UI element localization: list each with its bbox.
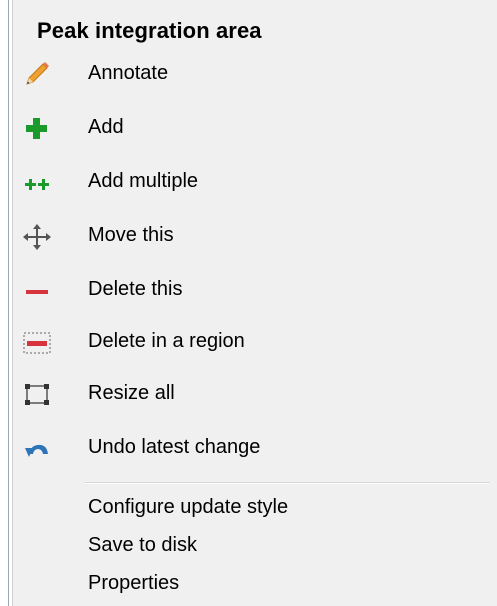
plus-icon — [21, 114, 53, 142]
menu-item-annotate[interactable]: Annotate — [13, 50, 497, 98]
background-window — [0, 0, 12, 606]
menu-item-label: Move this — [88, 224, 174, 246]
background-window-edge — [8, 0, 9, 606]
menu-item-add-multiple[interactable]: Add multiple — [13, 158, 497, 206]
menu-item-properties[interactable]: Properties — [13, 566, 497, 600]
double-plus-icon — [21, 168, 53, 196]
menu-item-configure-update-style[interactable]: Configure update style — [13, 490, 497, 524]
pencil-icon — [21, 60, 53, 88]
menu-item-move-this[interactable]: Move this — [13, 212, 497, 260]
menu-item-label: Delete in a region — [88, 330, 245, 352]
menu-item-label: Properties — [88, 572, 180, 594]
menu-item-add[interactable]: Add — [13, 104, 497, 152]
resize-corners-icon — [21, 380, 53, 408]
menu-item-label: Delete this — [88, 278, 183, 300]
undo-icon — [21, 434, 53, 462]
menu-item-label: Save to disk — [88, 534, 197, 556]
menu-separator — [85, 482, 490, 484]
minus-icon — [21, 276, 53, 304]
move-arrows-icon — [21, 222, 53, 250]
menu-item-label: Configure update style — [88, 496, 289, 518]
menu-item-label: Undo latest change — [88, 436, 261, 458]
menu-item-label: Add multiple — [88, 170, 199, 192]
context-menu: Peak integration area Annotate Add Add m… — [12, 0, 497, 606]
menu-item-delete-in-region[interactable]: Delete in a region — [13, 318, 497, 366]
menu-item-label: Add — [88, 116, 124, 138]
menu-item-undo-latest-change[interactable]: Undo latest change — [13, 424, 497, 472]
menu-item-resize-all[interactable]: Resize all — [13, 370, 497, 418]
menu-item-label: Annotate — [88, 62, 169, 84]
menu-title: Peak integration area — [37, 18, 262, 43]
menu-item-label: Resize all — [88, 382, 175, 404]
menu-item-save-to-disk[interactable]: Save to disk — [13, 528, 497, 562]
delete-region-icon — [21, 328, 53, 356]
menu-item-delete-this[interactable]: Delete this — [13, 266, 497, 314]
